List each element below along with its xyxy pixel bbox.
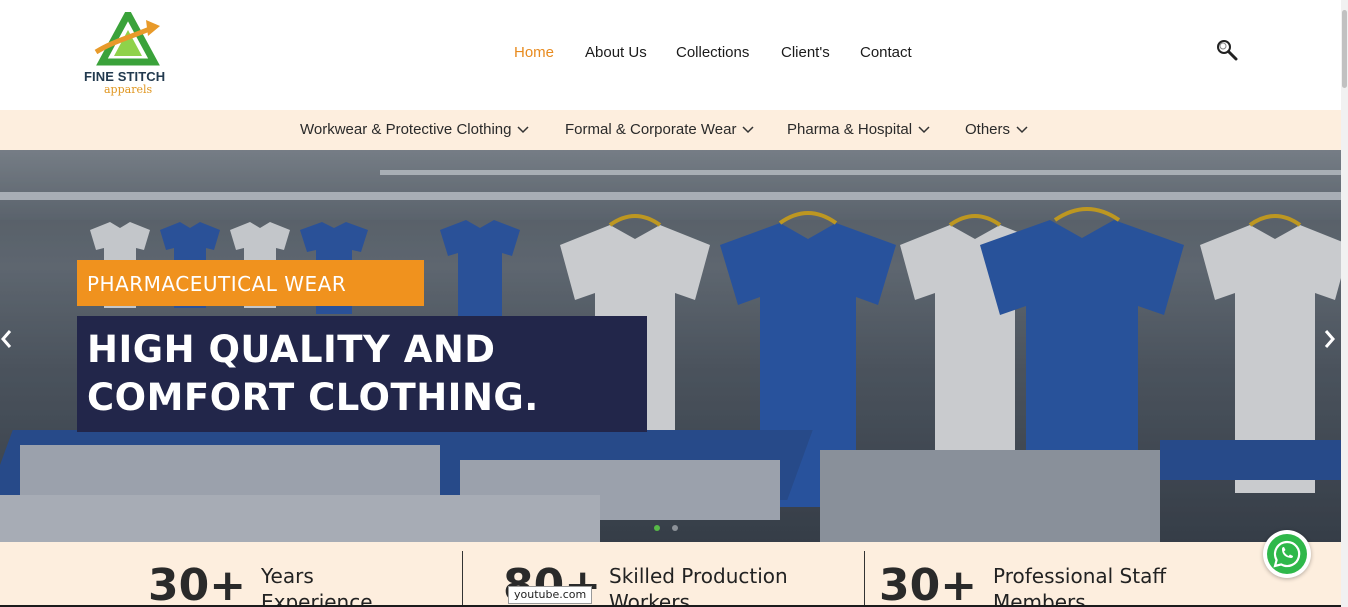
whatsapp-icon: [1267, 534, 1307, 574]
whatsapp-button[interactable]: [1263, 530, 1311, 578]
page-scrollbar[interactable]: [1341, 0, 1348, 607]
chevron-down-icon: [1016, 125, 1028, 133]
hero-headline: HIGH QUALITY AND COMFORT CLOTHING.: [77, 316, 647, 432]
header: FINE STITCH apparels Home About Us Colle…: [0, 0, 1341, 110]
nav-contact[interactable]: Contact: [860, 44, 912, 61]
brand-subtitle: apparels: [104, 83, 153, 96]
category-pharma[interactable]: Pharma & Hospital: [787, 121, 930, 138]
category-formal-label: Formal & Corporate Wear: [565, 121, 737, 138]
nav-about-us[interactable]: About Us: [585, 44, 647, 61]
category-others[interactable]: Others: [965, 121, 1028, 138]
scrollbar-thumb[interactable]: [1342, 10, 1347, 88]
stats-bar: 30+ Years Experience 80+ Skilled Product…: [0, 542, 1341, 607]
category-others-label: Others: [965, 121, 1011, 138]
slider-dot-2[interactable]: [672, 525, 678, 531]
stat-workers-label-line1: Skilled Production: [609, 564, 788, 588]
stat-staff-label: Professional Staff Members: [993, 563, 1166, 607]
stat-staff-label-line1: Professional Staff: [993, 564, 1167, 588]
hero-tag-label: PHARMACEUTICAL WEAR: [87, 272, 347, 296]
stat-years-number: 30+: [148, 560, 247, 607]
stat-years-label: Years Experience: [261, 563, 373, 607]
category-formal[interactable]: Formal & Corporate Wear: [565, 121, 754, 138]
chevron-down-icon: [742, 125, 754, 133]
nav-collections[interactable]: Collections: [676, 44, 749, 61]
nav-clients[interactable]: Client's: [781, 44, 830, 61]
chevron-down-icon: [517, 125, 530, 133]
hero-headline-line1: HIGH QUALITY AND: [87, 328, 496, 371]
category-workwear-label: Workwear & Protective Clothing: [300, 121, 512, 138]
slider-dots: [654, 525, 678, 531]
page: FINE STITCH apparels Home About Us Colle…: [0, 0, 1348, 607]
category-nav: Workwear & Protective Clothing Formal & …: [0, 110, 1341, 150]
hero-tag: PHARMACEUTICAL WEAR: [77, 260, 424, 306]
slider-dot-1[interactable]: [654, 525, 660, 531]
stat-staff-number: 30+: [879, 560, 978, 607]
stat-years-label-line1: Years: [261, 564, 314, 588]
link-tooltip: youtube.com: [508, 586, 593, 604]
category-workwear[interactable]: Workwear & Protective Clothing: [300, 121, 530, 138]
chevron-left-icon[interactable]: [0, 328, 14, 350]
search-icon[interactable]: [1216, 39, 1238, 61]
brand-name: FINE STITCH: [84, 69, 166, 84]
nav-home[interactable]: Home: [514, 44, 554, 61]
chevron-right-icon[interactable]: [1322, 328, 1336, 350]
hero-slider: PHARMACEUTICAL WEAR HIGH QUALITY AND COM…: [0, 150, 1341, 542]
hero-headline-line2: COMFORT CLOTHING.: [87, 376, 539, 419]
main-nav: Home About Us Collections Client's Conta…: [0, 44, 1341, 64]
stat-divider: [864, 551, 865, 607]
stat-divider: [462, 551, 463, 607]
stat-workers-label: Skilled Production Workers: [609, 563, 788, 607]
chevron-down-icon: [918, 125, 930, 133]
category-pharma-label: Pharma & Hospital: [787, 121, 913, 138]
